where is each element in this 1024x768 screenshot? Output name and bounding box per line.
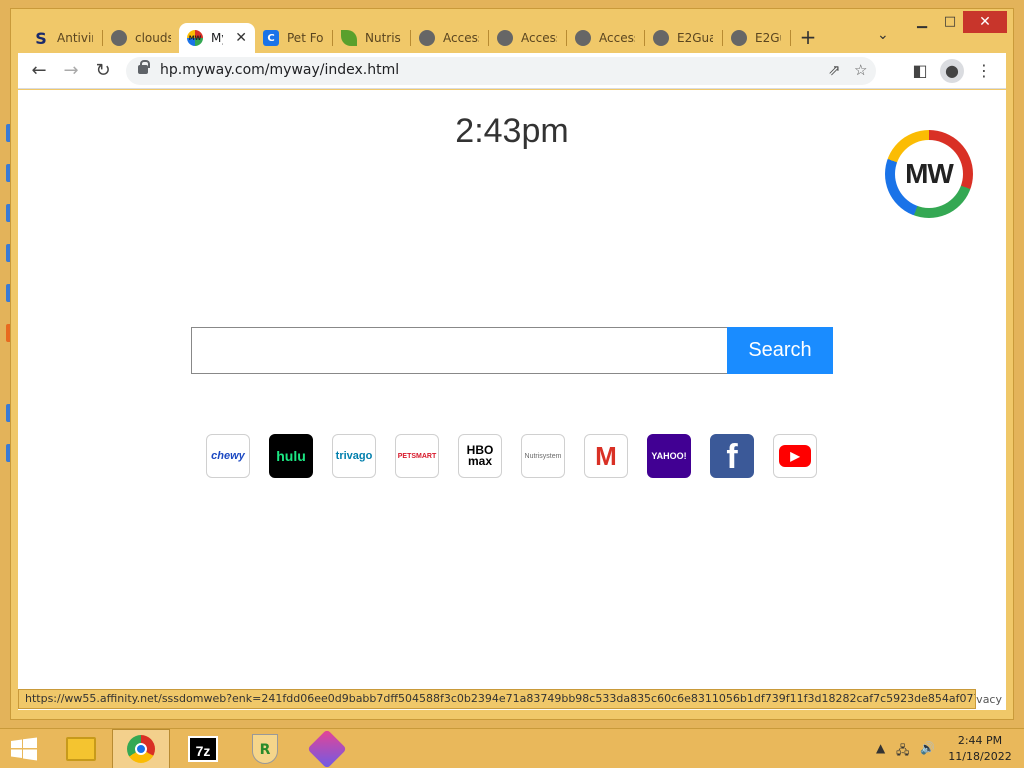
quick-link-label: PETSMART xyxy=(397,452,437,460)
quick-link-label: YAHOO! xyxy=(651,451,687,461)
taskbar-r-app[interactable]: R xyxy=(236,729,294,768)
forward-arrow-icon[interactable]: → xyxy=(59,59,83,83)
myway-logo[interactable]: MW xyxy=(885,130,973,218)
globe-icon xyxy=(419,30,435,46)
address-bar[interactable]: hp.myway.com/myway/index.html ⇗ ☆ xyxy=(126,57,876,85)
minimize-button[interactable]: ▁ xyxy=(909,11,935,33)
tab-search-chevron-icon[interactable]: ⌄ xyxy=(877,27,889,43)
close-window-button[interactable]: ✕ xyxy=(963,11,1007,33)
quick-link-label: HBO max xyxy=(466,443,494,468)
network-icon[interactable]: 🖧 xyxy=(896,741,909,762)
c-logo-icon: C xyxy=(263,30,279,46)
tab-label: Pet Fo xyxy=(287,31,323,45)
tab-nutrisystem[interactable]: Nutrisy xyxy=(333,23,409,53)
taskbar-7zip[interactable]: 7z xyxy=(174,729,232,768)
quick-link-yahoo[interactable]: YAHOO! xyxy=(647,434,691,478)
mw-icon: MW xyxy=(187,30,203,46)
tab-separator xyxy=(790,30,791,46)
url-text[interactable]: hp.myway.com/myway/index.html xyxy=(160,62,399,78)
tab-antivirus[interactable]: S Antivir xyxy=(25,23,101,53)
side-panel-icon[interactable]: ◧ xyxy=(908,59,932,83)
myway-logo-text: MW xyxy=(895,140,963,208)
quick-link-label: hulu xyxy=(276,448,306,464)
tab-access-2[interactable]: Access xyxy=(489,23,565,53)
taskbar-time: 2:44 PM xyxy=(957,734,1003,747)
quick-link-facebook[interactable]: f xyxy=(710,434,754,478)
tab-label: Access xyxy=(599,31,635,45)
folder-icon xyxy=(66,737,96,761)
taskbar-gem-app[interactable] xyxy=(298,729,356,768)
s-logo-icon: S xyxy=(35,28,47,48)
tab-label: Access xyxy=(521,31,557,45)
volume-icon[interactable]: 🔊 xyxy=(920,741,935,755)
gem-icon xyxy=(307,729,347,768)
quick-link-petsmart[interactable]: PETSMART xyxy=(395,434,439,478)
show-hidden-icons-chevron-icon[interactable]: ▲ xyxy=(876,741,885,755)
globe-icon xyxy=(497,30,513,46)
search-input[interactable] xyxy=(191,327,728,374)
quick-link-nutrisystem[interactable]: Nutrisystem xyxy=(521,434,565,478)
quick-link-hbomax[interactable]: HBO max xyxy=(458,434,502,478)
menu-kebab-icon[interactable]: ⋮ xyxy=(972,59,996,83)
globe-icon xyxy=(653,30,669,46)
youtube-icon: ▶ xyxy=(779,445,811,467)
tab-strip: S Antivir clouds MW My ✕ C Pet Fo Nutris… xyxy=(11,9,1013,53)
taskbar-chrome[interactable] xyxy=(112,729,170,768)
globe-icon xyxy=(111,30,127,46)
tab-e2guardian-2[interactable]: E2Gua xyxy=(723,23,789,53)
tab-myway[interactable]: MW My ✕ xyxy=(179,23,255,53)
taskbar-clock[interactable]: 2:44 PM 11/18/2022 xyxy=(940,733,1020,765)
tab-label: Nutrisy xyxy=(365,31,401,45)
bookmark-star-icon[interactable]: ☆ xyxy=(854,61,867,79)
taskbar: 7z R ▲ 🖧 🔊 2:44 PM 11/18/2022 xyxy=(0,728,1024,768)
clock-text: 2:43pm xyxy=(455,112,569,150)
globe-icon xyxy=(731,30,747,46)
tab-access-1[interactable]: Access xyxy=(411,23,487,53)
status-bar-url: https://ww55.affinity.net/sssdomweb?enk=… xyxy=(18,689,976,709)
back-arrow-icon[interactable]: ← xyxy=(27,59,51,83)
tab-label: Access xyxy=(443,31,479,45)
search-button[interactable]: Search xyxy=(727,327,833,374)
quick-link-gmail[interactable]: M xyxy=(584,434,628,478)
tab-label: clouds xyxy=(135,31,171,45)
chrome-icon xyxy=(127,735,155,763)
close-tab-icon[interactable]: ✕ xyxy=(235,30,247,46)
profile-avatar-icon[interactable]: ● xyxy=(940,59,964,83)
windows-start-icon[interactable] xyxy=(10,737,38,761)
gmail-icon: M xyxy=(595,440,617,471)
tab-label: My xyxy=(211,31,223,45)
taskbar-file-explorer[interactable] xyxy=(52,729,110,768)
reload-icon[interactable]: ↻ xyxy=(91,59,115,83)
tab-label: E2Gua xyxy=(677,31,713,45)
new-tab-button[interactable]: + xyxy=(797,26,819,48)
tab-label: E2Gua xyxy=(755,31,781,45)
quick-link-label: chewy xyxy=(211,450,245,462)
facebook-icon: f xyxy=(726,438,738,476)
quick-link-label: trivago xyxy=(335,450,373,462)
share-icon[interactable]: ⇗ xyxy=(828,61,841,79)
quick-link-youtube[interactable]: ▶ xyxy=(773,434,817,478)
privacy-link[interactable]: ivacy xyxy=(973,693,1002,706)
page-content: 2:43pm MW Search chewy hulu trivago PETS… xyxy=(18,90,1006,710)
tab-e2guardian-1[interactable]: E2Gua xyxy=(645,23,721,53)
taskbar-date: 11/18/2022 xyxy=(948,750,1012,763)
tab-access-3[interactable]: Access xyxy=(567,23,643,53)
7zip-icon: 7z xyxy=(188,736,218,762)
quick-link-trivago[interactable]: trivago xyxy=(332,434,376,478)
leaf-icon xyxy=(341,30,357,46)
quick-link-hulu[interactable]: hulu xyxy=(269,434,313,478)
globe-icon xyxy=(575,30,591,46)
tab-label: Antivir xyxy=(57,31,93,45)
r-shield-icon: R xyxy=(252,734,278,764)
quick-link-label: Nutrisystem xyxy=(524,452,562,460)
maximize-button[interactable]: □ xyxy=(937,11,963,33)
browser-toolbar: ← → ↻ hp.myway.com/myway/index.html ⇗ ☆ … xyxy=(18,53,1006,89)
tab-clouds[interactable]: clouds xyxy=(103,23,179,53)
lock-icon xyxy=(138,60,150,74)
browser-window: S Antivir clouds MW My ✕ C Pet Fo Nutris… xyxy=(10,8,1014,720)
quick-link-chewy[interactable]: chewy xyxy=(206,434,250,478)
tab-petfood[interactable]: C Pet Fo xyxy=(255,23,331,53)
